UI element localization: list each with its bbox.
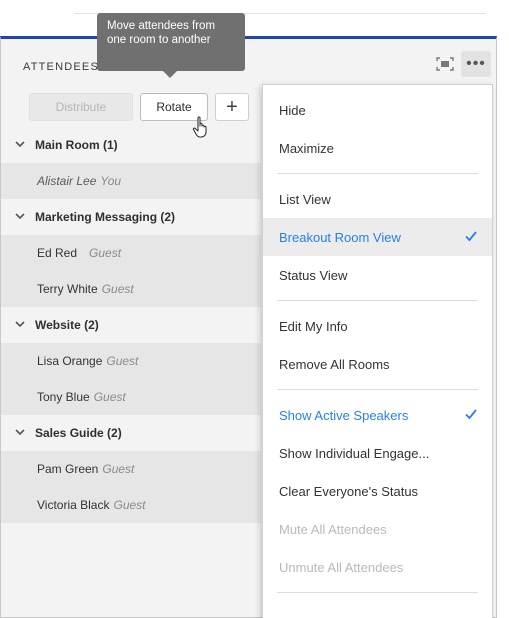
- room-name: Website (2): [35, 318, 99, 332]
- attendee-row[interactable]: Pam Green Guest: [1, 451, 261, 487]
- attendee-row[interactable]: Terry White Guest: [1, 271, 261, 307]
- attendee-row[interactable]: Lisa Orange Guest: [1, 343, 261, 379]
- checkmark-icon: [465, 231, 477, 242]
- chevron-down-icon[interactable]: [13, 209, 27, 223]
- fit-to-window-icon: [436, 57, 454, 71]
- menu-item-show-active-speakers[interactable]: Show Active Speakers: [263, 396, 492, 434]
- top-strip-line: [74, 0, 486, 14]
- attendee-role: Guest: [102, 462, 135, 476]
- attendee-role: You: [100, 174, 122, 188]
- menu-item-list-view[interactable]: List View: [263, 180, 492, 218]
- menu-item-status-view[interactable]: Status View: [263, 256, 492, 294]
- attendee-row[interactable]: Ed Red Guest: [1, 235, 261, 271]
- room-name: Marketing Messaging (2): [35, 210, 176, 224]
- menu-item-remove-all-rooms[interactable]: Remove All Rooms: [263, 345, 492, 383]
- menu-item-show-individual-engagement[interactable]: Show Individual Engage...: [263, 434, 492, 472]
- menu-item-label: Breakout Room View: [279, 229, 401, 245]
- options-menu: Hide Maximize List View Breakout Room Vi…: [262, 84, 493, 618]
- room-name: Sales Guide (2): [35, 426, 122, 440]
- attendee-row[interactable]: Alistair Lee You: [1, 163, 261, 199]
- room-header-sales-guide[interactable]: Sales Guide (2): [1, 415, 261, 451]
- top-strip: [0, 0, 509, 34]
- panel-header: ATTENDEES •••: [1, 39, 496, 87]
- attendee-role: Guest: [89, 246, 122, 260]
- attendee-name: Terry White: [37, 282, 98, 296]
- menu-item-unmute-all-attendees: Unmute All Attendees: [279, 559, 404, 575]
- hand-pointer-icon: [192, 116, 207, 138]
- attendee-role: Guest: [93, 390, 126, 404]
- chevron-down-icon[interactable]: [13, 425, 27, 439]
- attendee-name: Lisa Orange: [37, 354, 103, 368]
- room-header-marketing-messaging[interactable]: Marketing Messaging (2): [1, 199, 261, 235]
- more-options-button[interactable]: •••: [461, 51, 491, 77]
- attendee-name: Tony Blue: [37, 390, 90, 404]
- menu-item-maximize[interactable]: Maximize: [263, 129, 492, 167]
- attendee-name: Pam Green: [37, 462, 99, 476]
- menu-separator: [277, 389, 478, 390]
- attendee-role: Guest: [106, 354, 139, 368]
- menu-item-edit-my-info[interactable]: Edit My Info: [263, 307, 492, 345]
- room-header-main-room[interactable]: Main Room (1): [1, 127, 261, 163]
- attendee-row[interactable]: Tony Blue Guest: [1, 379, 261, 415]
- chevron-down-icon[interactable]: [13, 317, 27, 331]
- menu-separator: [277, 592, 478, 593]
- chevron-down-icon[interactable]: [13, 137, 27, 151]
- breakout-room-list: Main Room (1) Alistair Lee You Marketing…: [1, 127, 261, 523]
- attendee-row[interactable]: Victoria Black Guest: [1, 487, 261, 523]
- attendee-name: Victoria Black: [37, 498, 110, 512]
- attendee-name: Ed Red: [37, 246, 78, 260]
- room-name: Main Room (1): [35, 138, 118, 152]
- more-options-icon: •••: [466, 55, 486, 72]
- rotate-tooltip: Move attendees from one room to another: [97, 13, 245, 78]
- menu-separator: [277, 300, 478, 301]
- checkmark-icon: [465, 409, 477, 420]
- menu-item-mute-all-attendees: Mute All Attendees: [279, 521, 387, 537]
- menu-item-hide[interactable]: Hide: [263, 91, 492, 129]
- menu-item-label: Show Active Speakers: [279, 407, 409, 423]
- fit-to-window-button[interactable]: [430, 51, 460, 77]
- menu-separator: [277, 173, 478, 174]
- add-room-button[interactable]: +: [215, 93, 249, 121]
- panel-title: ATTENDEES: [23, 61, 99, 73]
- attendee-name: Alistair Lee: [37, 174, 97, 188]
- menu-item-clear-everyones-status[interactable]: Clear Everyone's Status: [263, 472, 492, 510]
- room-header-website[interactable]: Website (2): [1, 307, 261, 343]
- attendee-role: Guest: [113, 498, 146, 512]
- distribute-button[interactable]: Distribute: [29, 93, 133, 121]
- menu-item-breakout-room-view[interactable]: Breakout Room View: [263, 218, 492, 256]
- attendee-role: Guest: [101, 282, 134, 296]
